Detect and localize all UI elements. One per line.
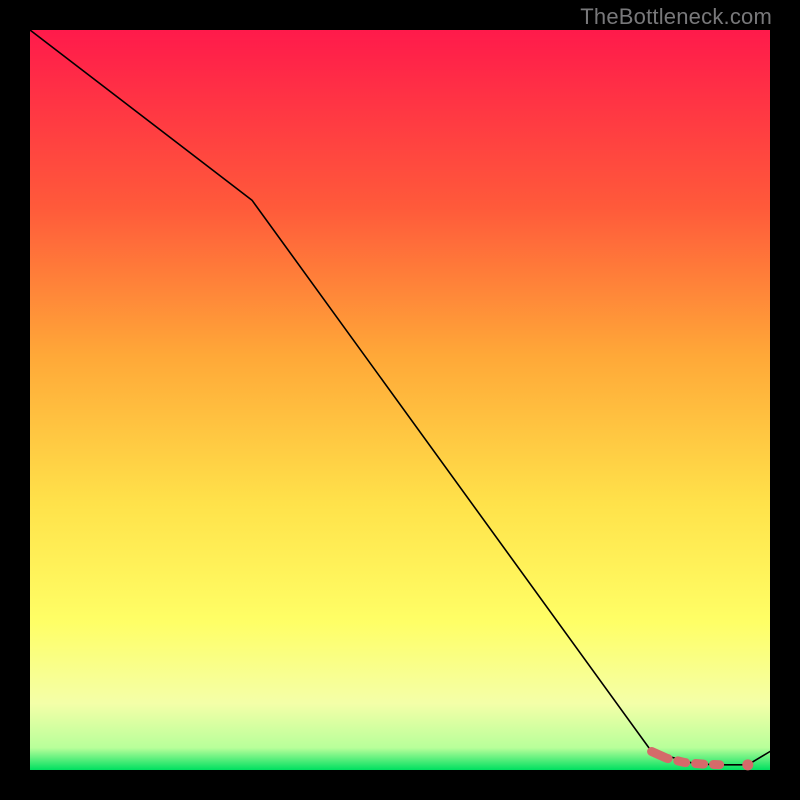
chart-frame: TheBottleneck.com — [0, 0, 800, 800]
optimal-point-marker — [742, 759, 753, 770]
chart-svg — [0, 0, 800, 800]
plot-area — [30, 30, 770, 770]
